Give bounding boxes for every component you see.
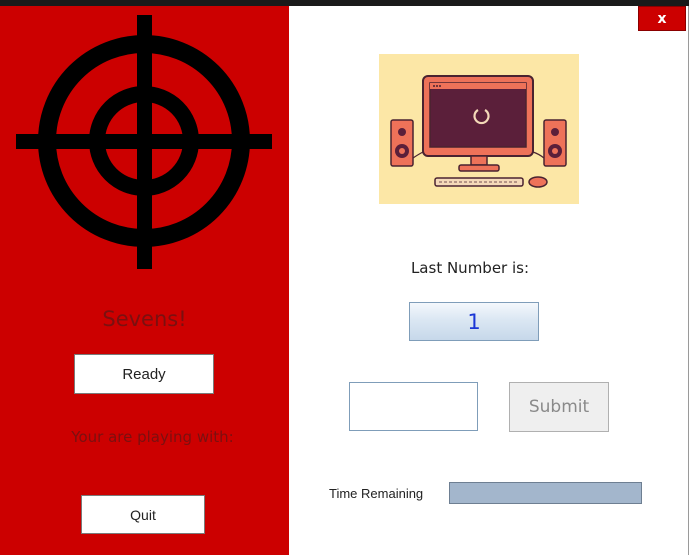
crosshair-icon	[16, 15, 272, 269]
last-number-label: Last Number is:	[410, 259, 530, 277]
ready-button[interactable]: Ready	[74, 354, 214, 394]
time-remaining-fill	[450, 483, 641, 503]
playing-with-label: Your are playing with:	[71, 428, 234, 446]
left-panel: Sevens! Ready Your are playing with: Qui…	[0, 6, 289, 555]
time-remaining-label: Time Remaining	[329, 486, 424, 501]
game-window: Sevens! Ready Your are playing with: Qui…	[0, 6, 689, 555]
answer-input[interactable]	[349, 382, 478, 431]
quit-button[interactable]: Quit	[81, 495, 205, 534]
submit-button[interactable]: Submit	[509, 382, 609, 432]
time-remaining-bar	[449, 482, 642, 504]
game-title: Sevens!	[102, 307, 187, 331]
last-number-display: 1	[409, 302, 539, 341]
close-button[interactable]: x	[638, 6, 686, 31]
computer-loading-illustration	[379, 54, 579, 204]
